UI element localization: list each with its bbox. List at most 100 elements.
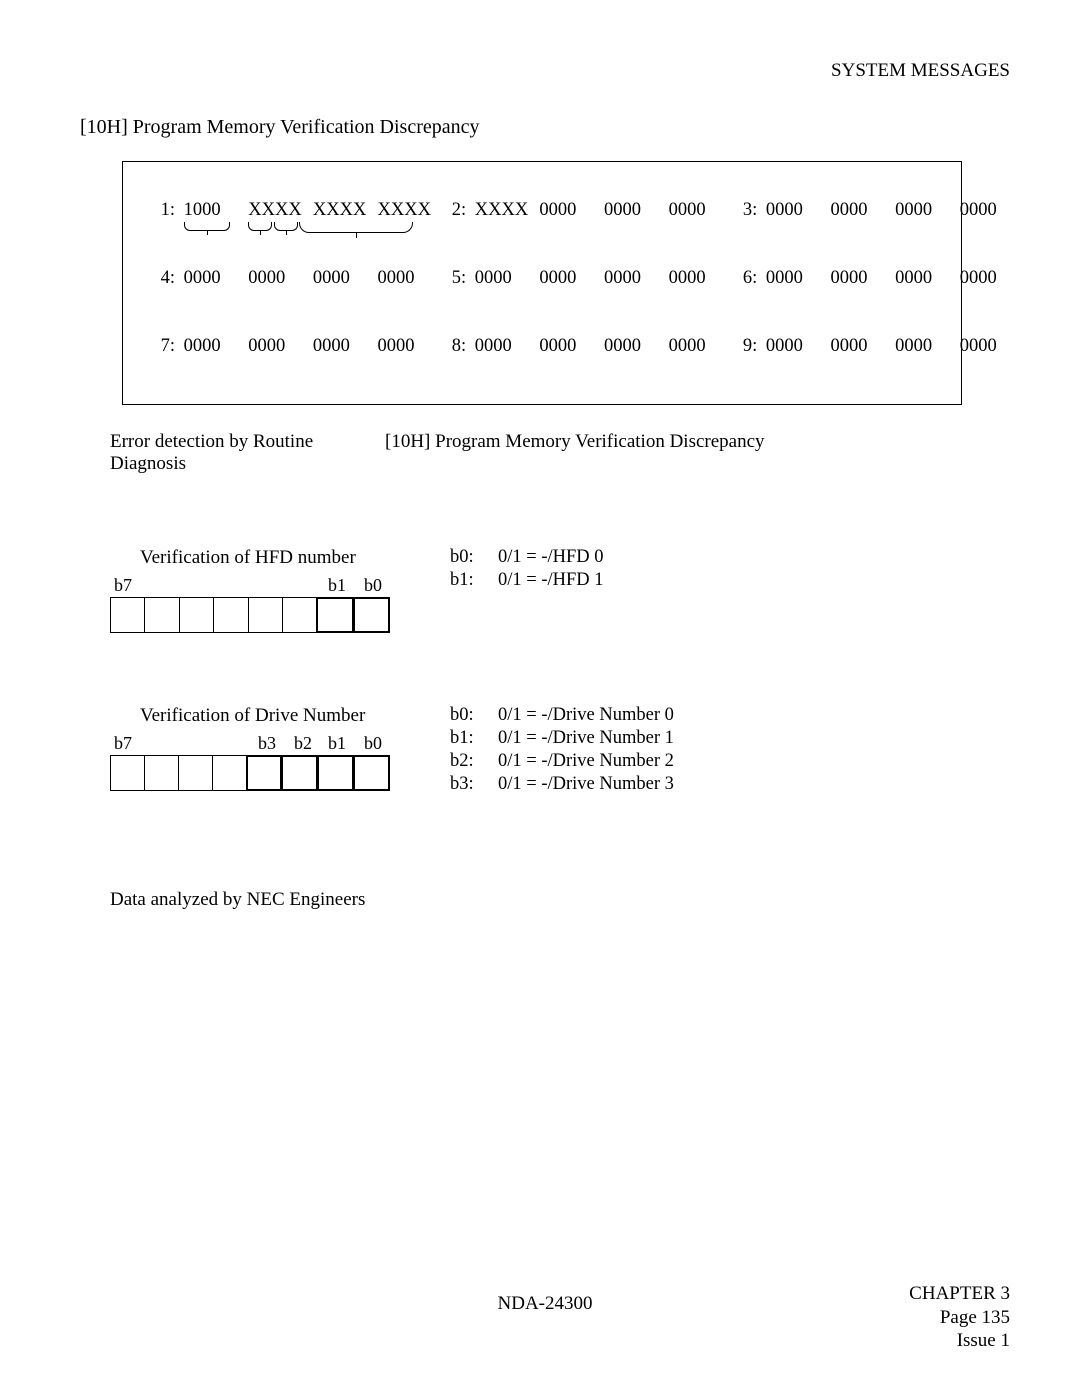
data-word: XXXX — [248, 200, 308, 221]
data-word: 0000 — [831, 336, 891, 357]
data-word: 0000 — [539, 336, 599, 357]
desc-val: 0/1 = -/Drive Number 2 — [498, 751, 1010, 772]
data-word: XXXX — [378, 200, 438, 221]
data-word: 0000 — [604, 268, 664, 289]
error-detection-right: [10H] Program Memory Verification Discre… — [385, 431, 1010, 475]
group-label: 6: — [733, 268, 757, 289]
desc-val: 0/1 = -/Drive Number 3 — [498, 774, 1010, 795]
data-word: 0000 — [960, 268, 1010, 289]
underbrace-icon — [299, 222, 413, 233]
bit-cell-b1 — [316, 597, 353, 633]
hfd-section: Verification of HFD number b7 b1 b0 b0: … — [110, 547, 1010, 633]
bit-cell-b0 — [353, 755, 390, 791]
data-box: 1: 1000 XXXX XXXX XXXX 2: XXXX 0000 0000… — [122, 161, 962, 405]
error-detection-left-1: Error detection by Routine — [110, 431, 385, 453]
data-word: 0000 — [895, 200, 955, 221]
data-word: 0000 — [604, 200, 664, 221]
page: SYSTEM MESSAGES [10H] Program Memory Ver… — [0, 0, 1080, 1397]
bit-cell — [178, 755, 213, 791]
desc-key: b3: — [450, 774, 498, 795]
bit-cell — [212, 755, 247, 791]
footer-page: Page 135 — [909, 1306, 1010, 1330]
desc-val: 0/1 = -/Drive Number 0 — [498, 705, 1010, 726]
data-word: 0000 — [669, 268, 729, 289]
data-word: 0000 — [960, 336, 1010, 357]
group-label: 7: — [151, 336, 175, 357]
data-word: 1000 — [184, 200, 244, 221]
underbrace-icon — [184, 222, 230, 231]
data-word: 0000 — [895, 268, 955, 289]
desc-key: b0: — [450, 547, 498, 568]
data-word: XXXX — [313, 200, 373, 221]
data-word: 0000 — [604, 336, 664, 357]
drive-desc-line: b0: 0/1 = -/Drive Number 0 — [450, 705, 1010, 726]
bit-cell — [144, 755, 179, 791]
bit-cell-b0 — [353, 597, 390, 633]
drive-desc-line: b3: 0/1 = -/Drive Number 3 — [450, 774, 1010, 795]
footer-issue: Issue 1 — [909, 1329, 1010, 1353]
footer-chapter: CHAPTER 3 — [909, 1282, 1010, 1306]
underbrace-icon — [248, 222, 298, 230]
desc-val: 0/1 = -/Drive Number 1 — [498, 728, 1010, 749]
group-label: 8: — [442, 336, 466, 357]
data-word: 0000 — [184, 268, 244, 289]
group-label: 9: — [733, 336, 757, 357]
bit-label-b2: b2 — [294, 733, 312, 754]
group-label: 2: — [442, 200, 466, 221]
hfd-desc: b0: 0/1 = -/HFD 0 b1: 0/1 = -/HFD 1 — [430, 547, 1010, 633]
data-word: 0000 — [313, 336, 373, 357]
data-word: 0000 — [378, 268, 438, 289]
drive-bit-row — [110, 755, 390, 791]
data-word: 0000 — [378, 336, 438, 357]
bit-cell-b3 — [246, 755, 283, 791]
hfd-desc-line: b0: 0/1 = -/HFD 0 — [450, 547, 1010, 568]
bit-label-b7: b7 — [114, 575, 132, 596]
hfd-title: Verification of HFD number — [140, 547, 430, 569]
bit-label-b0: b0 — [364, 575, 382, 596]
bit-cell — [248, 597, 283, 633]
analysis-note: Data analyzed by NEC Engineers — [110, 889, 1010, 911]
data-word: 0000 — [766, 336, 826, 357]
drive-title: Verification of Drive Number — [140, 705, 430, 727]
data-word: 0000 — [313, 268, 373, 289]
hfd-bit-row — [110, 597, 390, 633]
desc-key: b1: — [450, 570, 498, 591]
data-word: 0000 — [248, 268, 308, 289]
data-word: 0000 — [539, 200, 599, 221]
data-word-text: 1000 — [184, 200, 221, 220]
desc-key: b2: — [450, 751, 498, 772]
data-word: XXXX — [475, 200, 535, 221]
data-word: 0000 — [766, 268, 826, 289]
group-label: 4: — [151, 268, 175, 289]
data-word: 0000 — [831, 200, 891, 221]
bit-label-b1: b1 — [328, 733, 346, 754]
bit-cell — [213, 597, 248, 633]
data-word: 0000 — [539, 268, 599, 289]
bit-label-b7: b7 — [114, 733, 132, 754]
bit-label-b1: b1 — [328, 575, 346, 596]
desc-key: b1: — [450, 728, 498, 749]
page-footer: NDA-24300 CHAPTER 3 Page 135 Issue 1 — [80, 1282, 1010, 1353]
data-word: 0000 — [184, 336, 244, 357]
data-word: 0000 — [669, 200, 729, 221]
hfd-bit-labels: b7 b1 b0 — [110, 575, 430, 597]
data-word: 0000 — [895, 336, 955, 357]
drive-desc-line: b2: 0/1 = -/Drive Number 2 — [450, 751, 1010, 772]
group-label: 1: — [151, 200, 175, 221]
bit-cell — [282, 597, 317, 633]
data-word: 0000 — [475, 268, 535, 289]
data-word: 0000 — [831, 268, 891, 289]
drive-desc-line: b1: 0/1 = -/Drive Number 1 — [450, 728, 1010, 749]
data-row-3: 7: 0000 0000 0000 0000 8: 0000 0000 0000… — [151, 336, 941, 376]
data-word: 0000 — [475, 336, 535, 357]
desc-key: b0: — [450, 705, 498, 726]
bit-cell-b1 — [317, 755, 354, 791]
hfd-desc-line: b1: 0/1 = -/HFD 1 — [450, 570, 1010, 591]
bit-cell — [110, 597, 145, 633]
data-word: 0000 — [766, 200, 826, 221]
data-word: 0000 — [248, 336, 308, 357]
bit-cell — [179, 597, 214, 633]
drive-desc: b0: 0/1 = -/Drive Number 0 b1: 0/1 = -/D… — [430, 705, 1010, 797]
bit-label-b3: b3 — [258, 733, 276, 754]
header-right: SYSTEM MESSAGES — [80, 60, 1010, 82]
